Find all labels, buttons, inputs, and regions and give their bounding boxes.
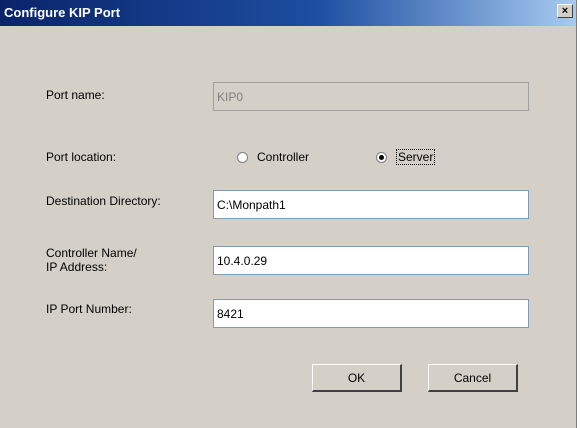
radio-controller-label: Controller — [257, 150, 310, 164]
radio-server-label: Server — [396, 149, 436, 165]
ok-button[interactable]: OK — [312, 364, 402, 392]
radio-server-circle[interactable] — [376, 151, 387, 163]
ip-port-number-field[interactable]: 8421 — [213, 299, 529, 328]
radio-controller[interactable]: Controller — [237, 150, 309, 164]
close-icon: × — [561, 5, 569, 17]
cancel-button[interactable]: Cancel — [428, 364, 518, 392]
destination-directory-label: Destination Directory: — [46, 194, 161, 208]
radio-server[interactable]: Server — [376, 149, 436, 165]
destination-directory-field[interactable]: C:\Monpath1 — [213, 190, 529, 219]
port-name-label: Port name: — [46, 88, 105, 102]
controller-name-field[interactable]: 10.4.0.29 — [213, 246, 529, 275]
radio-controller-circle[interactable] — [237, 151, 248, 163]
close-button[interactable]: × — [557, 4, 573, 18]
configure-kip-port-dialog: Configure KIP Port × Port name: KIP0 Por… — [0, 0, 577, 428]
window-title: Configure KIP Port — [4, 5, 121, 20]
ip-port-number-label: IP Port Number: — [46, 302, 132, 316]
port-name-field: KIP0 — [213, 82, 529, 111]
controller-name-label-line1: Controller Name/ — [46, 246, 137, 260]
title-bar[interactable]: Configure KIP Port × — [0, 0, 576, 26]
port-location-label: Port location: — [46, 150, 117, 164]
controller-name-label-line2: IP Address: — [46, 260, 108, 274]
